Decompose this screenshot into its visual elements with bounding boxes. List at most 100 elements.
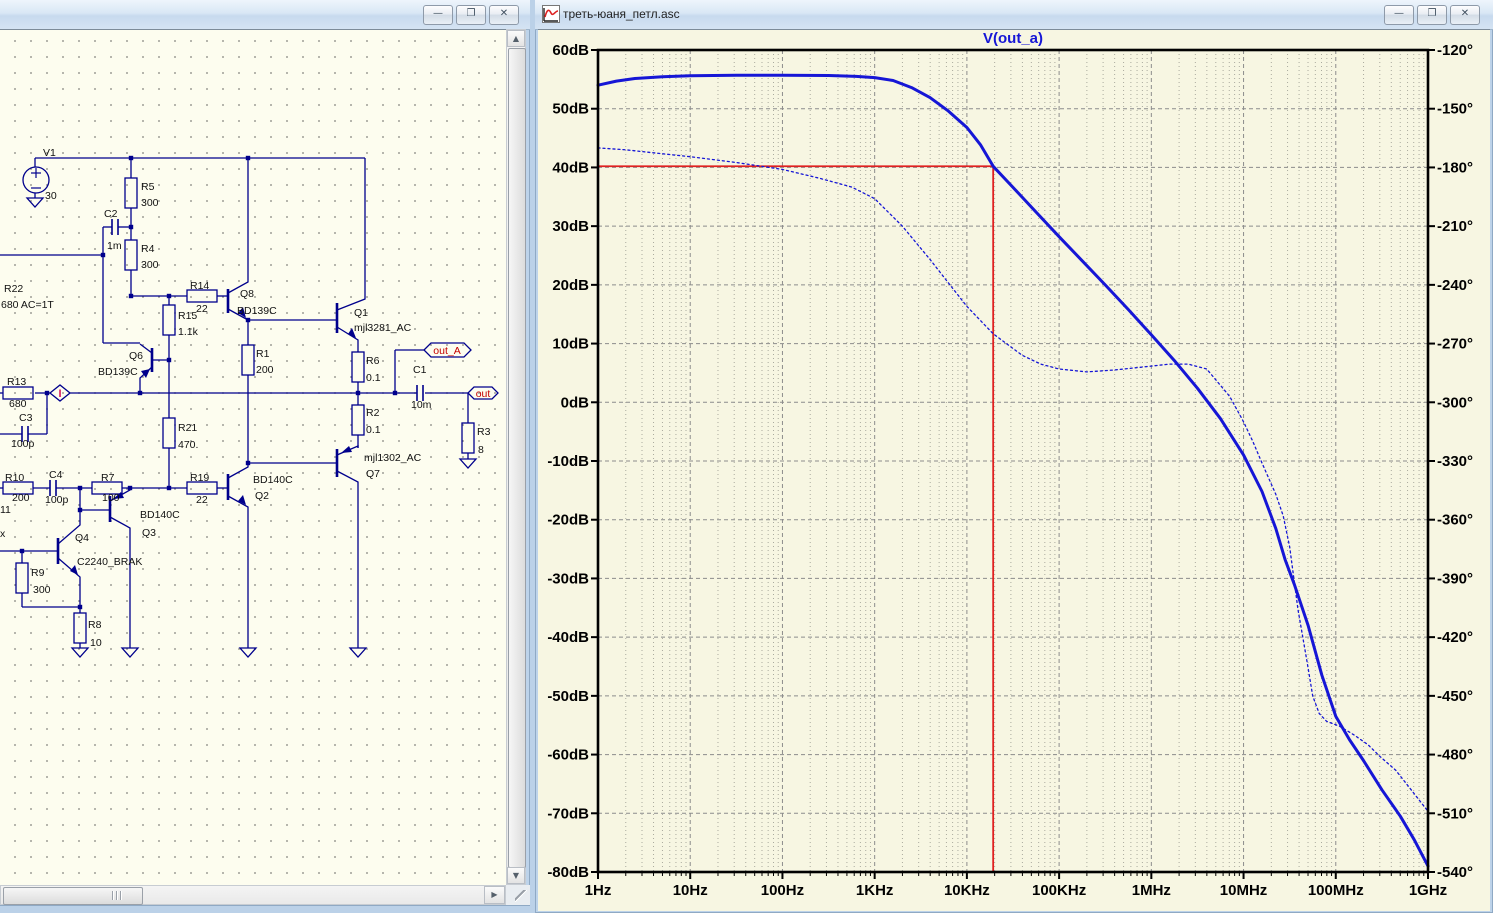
bode-plot[interactable]: V(out_a) 60dB 50dB 40dB 30dB 20dB 10dB 0dB -10d… xyxy=(538,29,1490,910)
junction-dot xyxy=(245,460,251,466)
junction-dot xyxy=(77,507,83,513)
emitter-arrow-icon xyxy=(341,446,352,453)
y-right-tick-label: -300° xyxy=(1437,394,1473,411)
x-tick-label: 10MHz xyxy=(1220,882,1268,899)
x-tick-label: 10KHz xyxy=(944,882,990,899)
resize-corner[interactable] xyxy=(506,885,530,905)
trace-gain_dB[interactable] xyxy=(596,73,1430,868)
component-label: mjl1302_AC xyxy=(364,452,422,464)
hscroll-thumb[interactable] xyxy=(3,887,143,905)
junction-dot xyxy=(77,604,83,610)
component-label: 300 xyxy=(33,584,51,596)
minimize-icon[interactable]: — xyxy=(423,5,453,25)
component-label: Q6 xyxy=(129,350,143,362)
y-left-tick-label: 50dB xyxy=(552,101,589,118)
x-tick-label: 10Hz xyxy=(673,882,708,899)
y-left-tick-label: -10dB xyxy=(547,453,589,470)
y-right-tick-label: -330° xyxy=(1437,453,1473,470)
component-label: 10 xyxy=(90,637,102,649)
junction-dot xyxy=(166,357,172,363)
y-left-tick-label: 30dB xyxy=(552,218,589,235)
resistor-body xyxy=(73,612,87,644)
y-left-tick-label: -80dB xyxy=(547,864,589,881)
component-label: 200 xyxy=(256,364,274,376)
component-label: R13 xyxy=(7,376,26,388)
component-label: 680 xyxy=(9,398,27,410)
plot-window-title: треть-юаня_петл.asc xyxy=(563,7,680,21)
schematic-titlebar[interactable]: — ❐ ✕ xyxy=(0,0,530,30)
junction-dot xyxy=(166,485,172,491)
component-label: 0.1 xyxy=(366,372,381,384)
resistor-body xyxy=(124,177,138,209)
component-label: 100p xyxy=(11,438,35,450)
plot-window: треть-юаня_петл.asc — ❐ ✕ V(out_a) 60dB 5… xyxy=(535,0,1493,913)
ground-icon xyxy=(70,647,90,658)
resistor-body xyxy=(351,404,365,436)
component-label: Q4 xyxy=(75,532,89,544)
y-left-tick-label: -60dB xyxy=(547,747,589,764)
scroll-down-icon[interactable]: ▼ xyxy=(507,867,525,884)
schematic-vscrollbar[interactable]: ▲ ▼ xyxy=(506,29,526,885)
junction-dot xyxy=(128,155,134,161)
y-right-tick-label: -360° xyxy=(1437,512,1473,529)
y-right-tick-label: -150° xyxy=(1437,101,1473,118)
y-left-tick-label: -40dB xyxy=(547,629,589,646)
trace-phase_deg[interactable] xyxy=(597,147,1429,812)
component-label: BD140C xyxy=(140,509,180,521)
resize-grip-icon[interactable] xyxy=(515,890,527,902)
component-label: 470. xyxy=(178,439,198,451)
component-label: BD139C xyxy=(237,305,277,317)
ground-icon xyxy=(25,197,45,208)
y-left-tick-label: 40dB xyxy=(552,159,589,176)
close-icon[interactable]: ✕ xyxy=(489,5,519,25)
ground-icon xyxy=(120,647,140,658)
scroll-up-icon[interactable]: ▲ xyxy=(507,30,525,47)
component-label: R8 xyxy=(88,619,102,631)
component-label: 200 xyxy=(12,492,30,504)
x-tick-label: 1MHz xyxy=(1132,882,1171,899)
resistor-body xyxy=(162,304,176,336)
junction-dot xyxy=(44,390,50,396)
schematic-hscrollbar[interactable]: ▶ xyxy=(0,885,506,905)
junction-dot xyxy=(19,548,25,554)
y-right-tick-label: -480° xyxy=(1437,747,1473,764)
current-probe-label: I xyxy=(58,388,61,400)
component-label: C3 xyxy=(19,412,33,424)
net-label: out xyxy=(476,388,491,400)
scroll-right-icon[interactable]: ▶ xyxy=(484,886,505,904)
y-right-tick-label: -390° xyxy=(1437,570,1473,587)
component-label: 11 xyxy=(0,504,11,516)
component-label: R3 xyxy=(477,426,491,438)
component-label: Q1 xyxy=(354,307,368,319)
y-left-tick-label: -20dB xyxy=(547,512,589,529)
restore-icon[interactable]: ❐ xyxy=(456,5,486,25)
waveform-icon xyxy=(542,5,560,23)
component-label: 8 xyxy=(478,444,484,456)
junction-dot xyxy=(392,390,398,396)
component-label: Q8 xyxy=(240,288,254,300)
wire xyxy=(227,158,249,294)
wire xyxy=(227,495,249,648)
component-label: 1m xyxy=(107,240,122,252)
y-left-tick-label: -50dB xyxy=(547,688,589,705)
x-tick-label: 100MHz xyxy=(1308,882,1364,899)
y-right-tick-label: -270° xyxy=(1437,336,1473,353)
y-right-tick-label: -210° xyxy=(1437,218,1473,235)
resistor-body xyxy=(162,417,176,449)
component-label: 300 xyxy=(141,259,159,271)
component-label: mjl3281_AC xyxy=(354,322,412,334)
resistor-body xyxy=(15,562,29,594)
minimize-icon[interactable]: — xyxy=(1384,5,1414,25)
resistor-body xyxy=(241,344,255,376)
component-label: C2 xyxy=(104,208,118,220)
restore-icon[interactable]: ❐ xyxy=(1417,5,1447,25)
y-right-tick-label: -450° xyxy=(1437,688,1473,705)
y-right-tick-label: -240° xyxy=(1437,277,1473,294)
component-label: 22 xyxy=(196,494,208,506)
vscroll-thumb[interactable] xyxy=(508,48,526,868)
junction-dot xyxy=(127,485,133,491)
close-icon[interactable]: ✕ xyxy=(1450,5,1480,25)
plot-titlebar[interactable]: треть-юаня_петл.asc — ❐ ✕ xyxy=(535,0,1493,30)
component-label: BD140C xyxy=(253,474,293,486)
component-label: V1 xyxy=(43,147,56,159)
